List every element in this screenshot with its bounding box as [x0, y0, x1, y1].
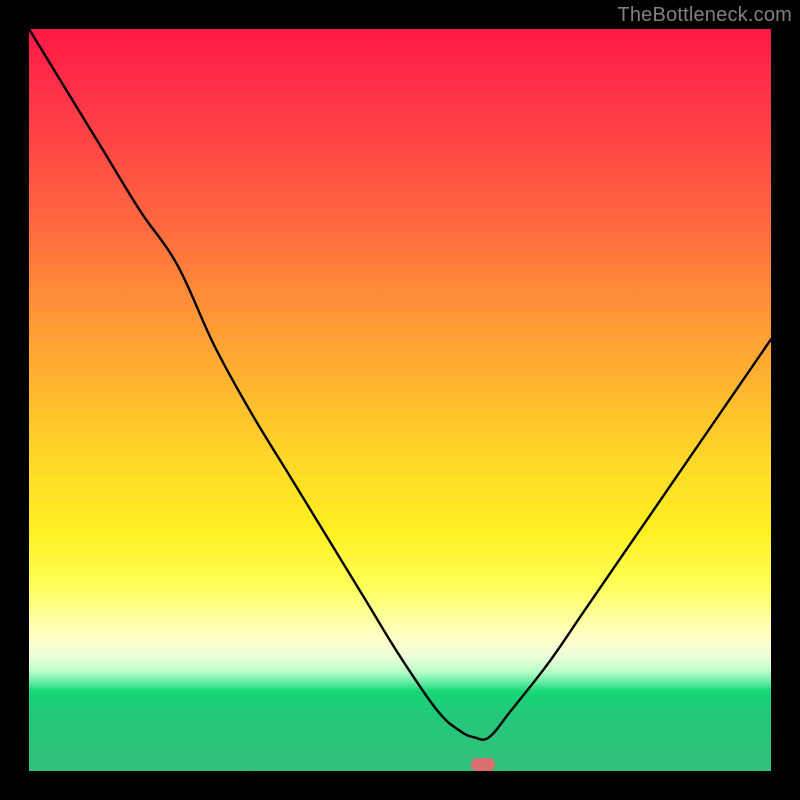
bottleneck-curve [29, 29, 771, 771]
curve-path [29, 29, 771, 740]
watermark-text: TheBottleneck.com [617, 4, 792, 27]
chart-frame: TheBottleneck.com [0, 0, 800, 800]
plot-area [29, 29, 771, 771]
